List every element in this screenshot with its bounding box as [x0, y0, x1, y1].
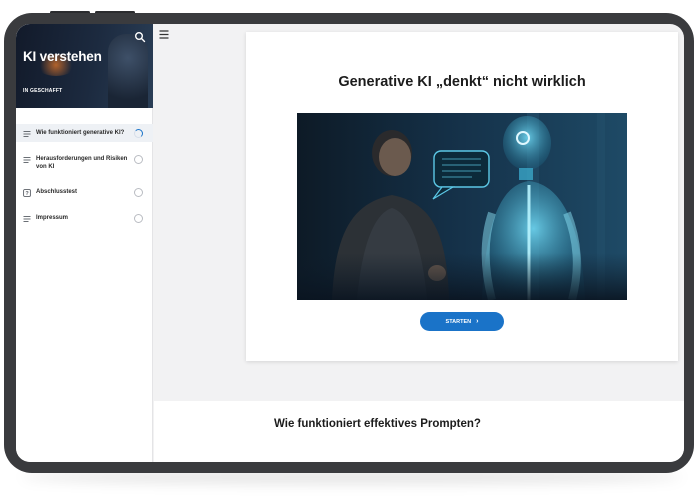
progress-indicator-not-started — [134, 188, 143, 197]
sidebar-item-label: Abschlusstest — [36, 189, 78, 195]
progress-indicator-in-progress — [134, 129, 143, 138]
sidebar-item-label: Wie funktioniert generative KI? — [36, 130, 125, 136]
list-icon — [23, 216, 31, 222]
course-sidebar: KI verstehen IN GESCHAFFT Wie funktionie… — [16, 24, 153, 462]
sidebar-item-impressum[interactable]: Impressum — [16, 214, 153, 226]
sidebar-item-wie-funktioniert[interactable]: Wie funktioniert generative KI? — [16, 124, 153, 142]
quiz-icon: ? — [23, 189, 31, 197]
header-image-figure — [108, 34, 148, 108]
start-button-label: STARTEN — [445, 318, 472, 325]
course-title: KI verstehen — [23, 49, 102, 64]
lesson-title: Generative KI „denkt“ nicht wirklich — [338, 74, 586, 90]
sidebar-item-label: Herausforderungen und Risiken von KI — [36, 156, 128, 170]
progress-indicator-not-started — [134, 155, 143, 164]
sidebar-item-herausforderungen[interactable]: Herausforderungen und Risiken von KI — [16, 155, 153, 177]
progress-indicator-not-started — [134, 214, 143, 223]
sidebar-item-abschlusstest[interactable]: ? Abschlusstest — [16, 188, 153, 200]
chevron-right-icon: › — [476, 318, 479, 325]
tablet-screen: KI verstehen IN GESCHAFFT Wie funktionie… — [16, 24, 684, 462]
hamburger-icon[interactable] — [159, 30, 169, 39]
list-icon — [23, 131, 31, 137]
course-subtitle: IN GESCHAFFT — [23, 88, 63, 94]
lesson-card: Generative KI „denkt“ nicht wirklich STA… — [246, 32, 678, 361]
start-button[interactable]: STARTEN › — [420, 312, 504, 331]
list-icon — [23, 157, 31, 163]
search-icon[interactable] — [134, 31, 146, 43]
next-section-title: Wie funktioniert effektives Prompten? — [274, 418, 481, 430]
sidebar-item-label: Impressum — [36, 215, 69, 221]
next-section: Wie funktioniert effektives Prompten? — [154, 401, 684, 462]
course-header: KI verstehen IN GESCHAFFT — [16, 24, 153, 108]
lesson-cover-image — [297, 113, 627, 300]
